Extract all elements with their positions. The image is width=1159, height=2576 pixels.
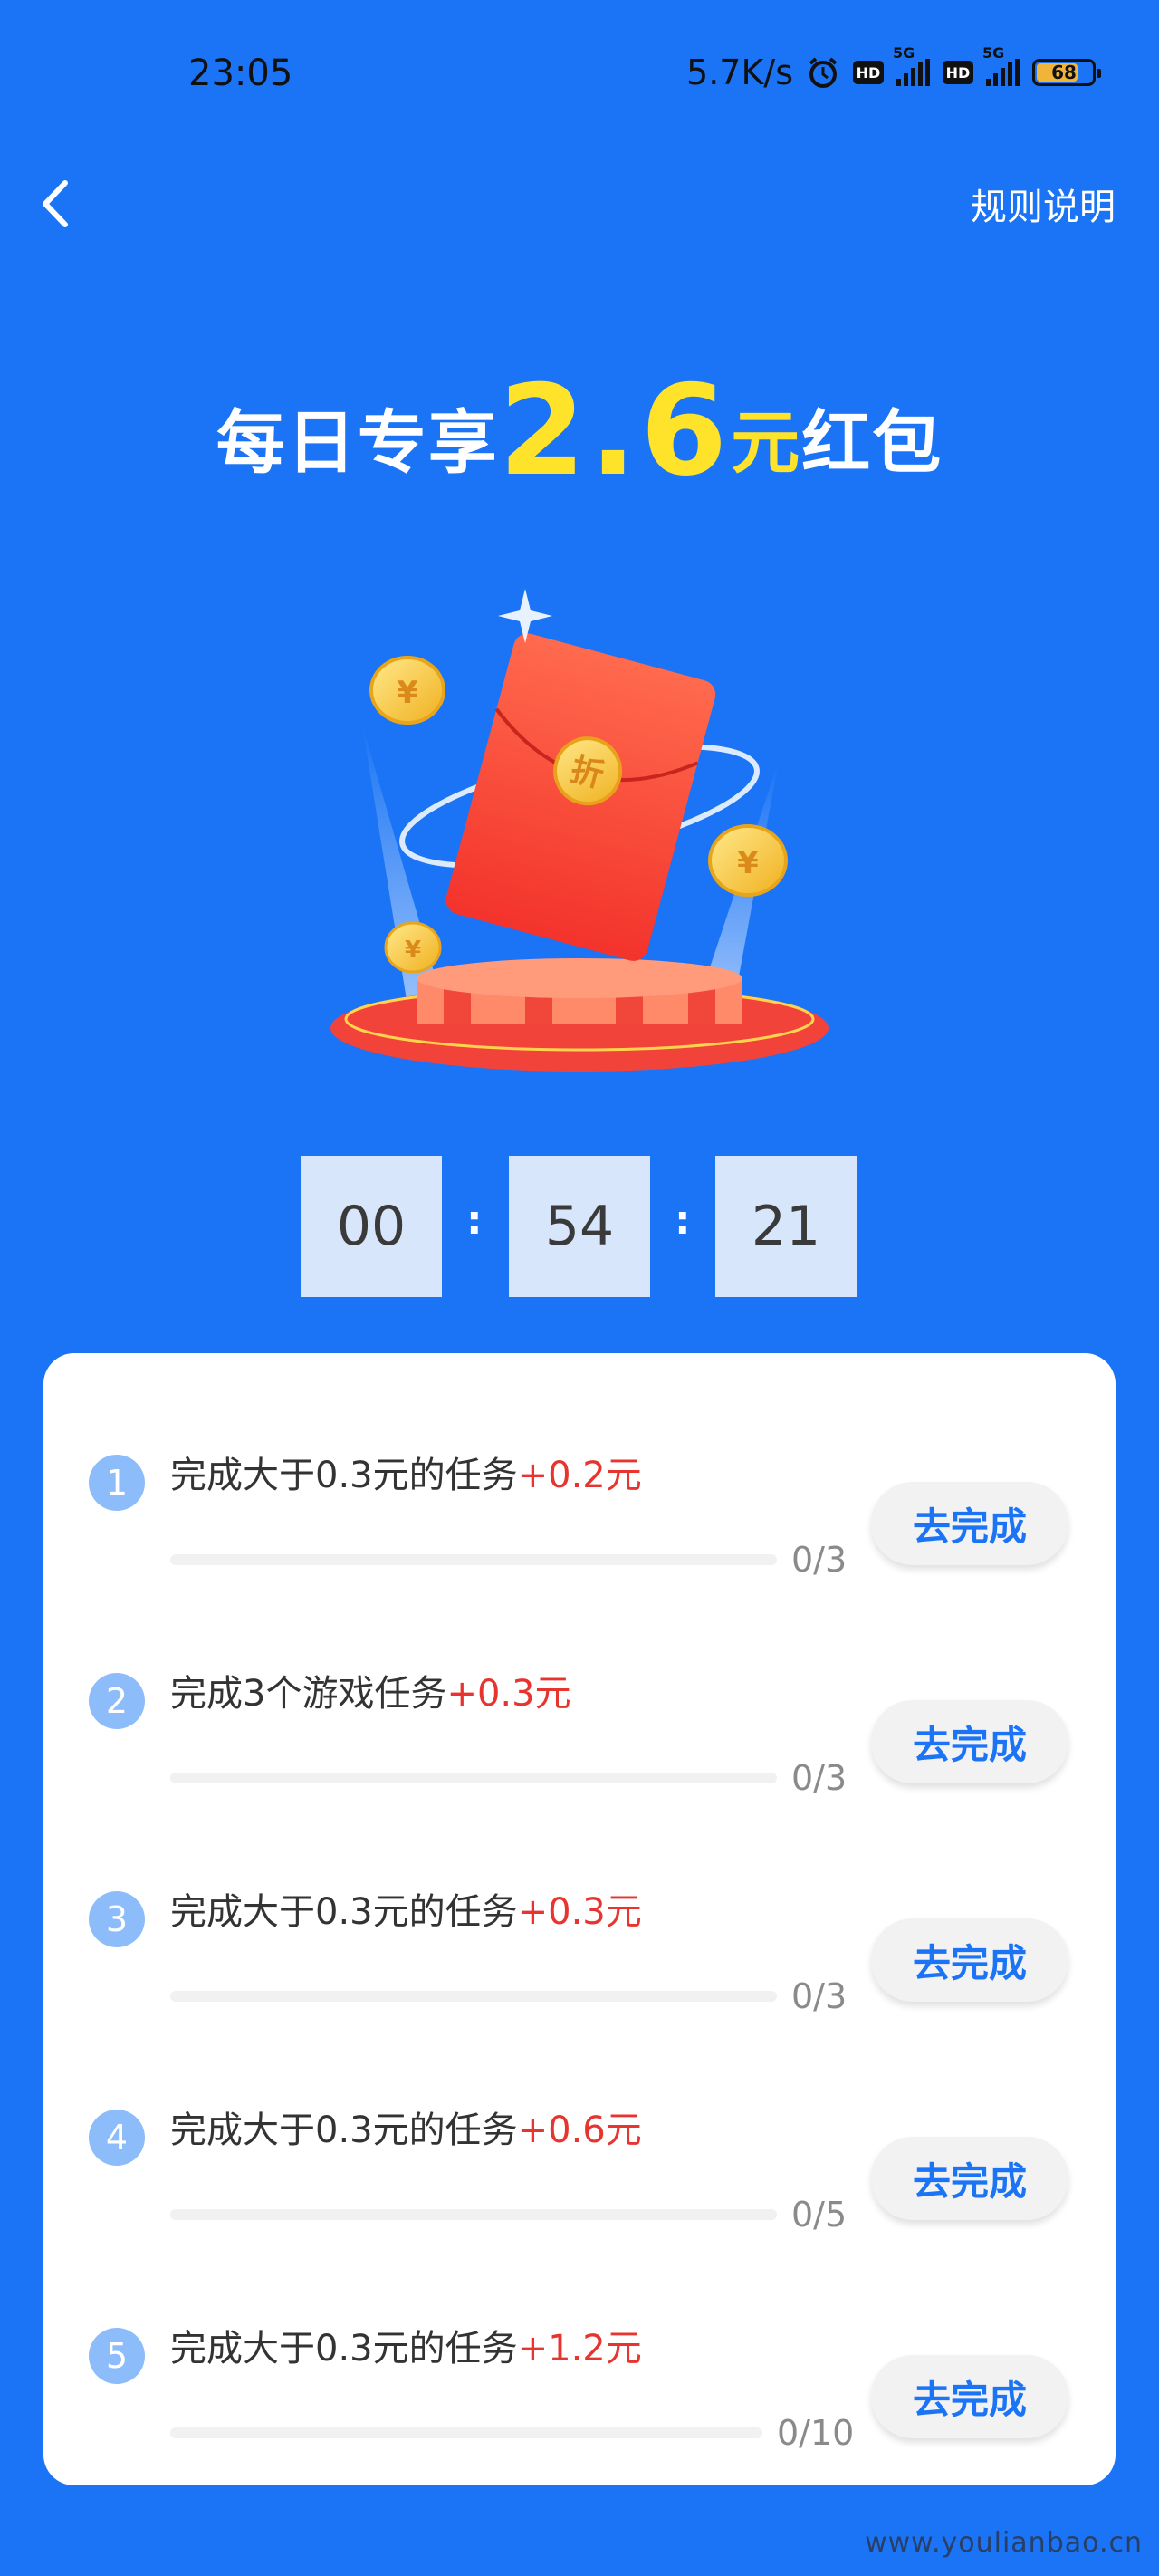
task-title: 完成大于0.3元的任务+0.3元 — [170, 1882, 642, 1935]
task-title-text: 完成大于0.3元的任务 — [170, 1455, 518, 1496]
status-icons: 5.7K/s HD 5G HD 5G 68 — [686, 44, 1101, 92]
headline-suffix: 红包 — [801, 402, 943, 483]
task-reward: +1.2元 — [517, 2328, 642, 2369]
hd-icon: HD — [853, 61, 884, 84]
task-reward: +0.6元 — [517, 2110, 642, 2151]
coin: ¥ — [708, 824, 788, 897]
svg-text:¥: ¥ — [737, 845, 759, 881]
countdown-seconds: 21 — [715, 1156, 857, 1297]
task-progress-bar — [170, 1991, 777, 2002]
task-item: 2 完成3个游戏任务+0.3元 0/3 去完成 — [43, 1572, 1116, 1798]
headline-unit: 元 — [731, 402, 802, 483]
task-reward: +0.3元 — [517, 1891, 642, 1933]
signal-icon: 5G — [982, 44, 1020, 86]
task-number-badge: 2 — [89, 1673, 145, 1729]
task-title: 完成大于0.3元的任务+0.6元 — [170, 2100, 642, 2153]
task-reward: +0.3元 — [446, 1673, 571, 1715]
countdown-hours: 00 — [301, 1156, 442, 1297]
task-title: 完成3个游戏任务+0.3元 — [170, 1664, 571, 1716]
complete-task-button[interactable]: 去完成 — [871, 2137, 1068, 2220]
task-item: 1 完成大于0.3元的任务+0.2元 0/3 去完成 — [43, 1353, 1116, 1580]
watermark: www.youlianbao.cn — [865, 2527, 1143, 2559]
task-title: 完成大于0.3元的任务+1.2元 — [170, 2319, 642, 2371]
complete-task-button[interactable]: 去完成 — [871, 1700, 1068, 1783]
task-progress-bar — [170, 1773, 777, 1783]
task-number-badge: 3 — [89, 1891, 145, 1947]
task-title: 完成大于0.3元的任务+0.2元 — [170, 1446, 642, 1498]
task-progress-bar — [170, 2209, 777, 2220]
countdown-separator: : — [466, 1197, 483, 1244]
coin: ¥ — [384, 921, 442, 974]
task-progress-text: 0/10 — [777, 2413, 855, 2453]
task-title-text: 完成3个游戏任务 — [170, 1673, 447, 1715]
rules-link[interactable]: 规则说明 — [971, 178, 1116, 230]
countdown-minutes: 54 — [509, 1156, 650, 1297]
task-progress-bar — [170, 1554, 777, 1565]
battery-level: 68 — [1051, 62, 1077, 83]
alarm-icon — [809, 57, 838, 88]
red-envelope-illustration: 折 ¥ ¥ ¥ — [330, 589, 829, 1072]
svg-text:¥: ¥ — [405, 937, 421, 964]
net-speed: 5.7K/s — [686, 53, 793, 92]
task-number-badge: 1 — [89, 1455, 145, 1511]
headline-prefix: 每日专享 — [216, 402, 499, 483]
status-time: 23:05 — [188, 53, 293, 94]
task-item: 4 完成大于0.3元的任务+0.6元 0/5 去完成 — [43, 2008, 1116, 2235]
page-title: 每日专享2.6元红包 — [0, 358, 1159, 504]
complete-task-button[interactable]: 去完成 — [871, 1918, 1068, 2002]
task-title-text: 完成大于0.3元的任务 — [170, 2110, 518, 2151]
task-title-text: 完成大于0.3元的任务 — [170, 2328, 518, 2369]
coin: ¥ — [369, 656, 445, 725]
task-item: 5 完成大于0.3元的任务+1.2元 0/10 去完成 — [43, 2226, 1116, 2453]
svg-text:¥: ¥ — [397, 675, 418, 711]
headline-amount: 2.6 — [498, 358, 732, 504]
back-button[interactable] — [34, 172, 80, 235]
battery-icon: 68 — [1032, 59, 1101, 86]
task-title-text: 完成大于0.3元的任务 — [170, 1891, 518, 1933]
red-envelope: 折 — [445, 633, 716, 961]
task-card: 1 完成大于0.3元的任务+0.2元 0/3 去完成 2 完成3个游戏任务+0.… — [43, 1353, 1116, 2485]
task-progress-bar — [170, 2427, 762, 2438]
signal-icon: 5G — [893, 44, 930, 86]
chevron-left-icon — [43, 180, 68, 227]
task-reward: +0.2元 — [517, 1455, 642, 1496]
complete-task-button[interactable]: 去完成 — [871, 2355, 1068, 2438]
complete-task-button[interactable]: 去完成 — [871, 1482, 1068, 1565]
task-item: 3 完成大于0.3元的任务+0.3元 0/3 去完成 — [43, 1790, 1116, 2016]
hd-icon: HD — [943, 61, 973, 84]
network-type: 5G — [982, 44, 1005, 62]
task-number-badge: 5 — [89, 2328, 145, 2384]
task-number-badge: 4 — [89, 2110, 145, 2166]
countdown-separator: : — [675, 1197, 691, 1244]
network-type: 5G — [893, 44, 915, 62]
